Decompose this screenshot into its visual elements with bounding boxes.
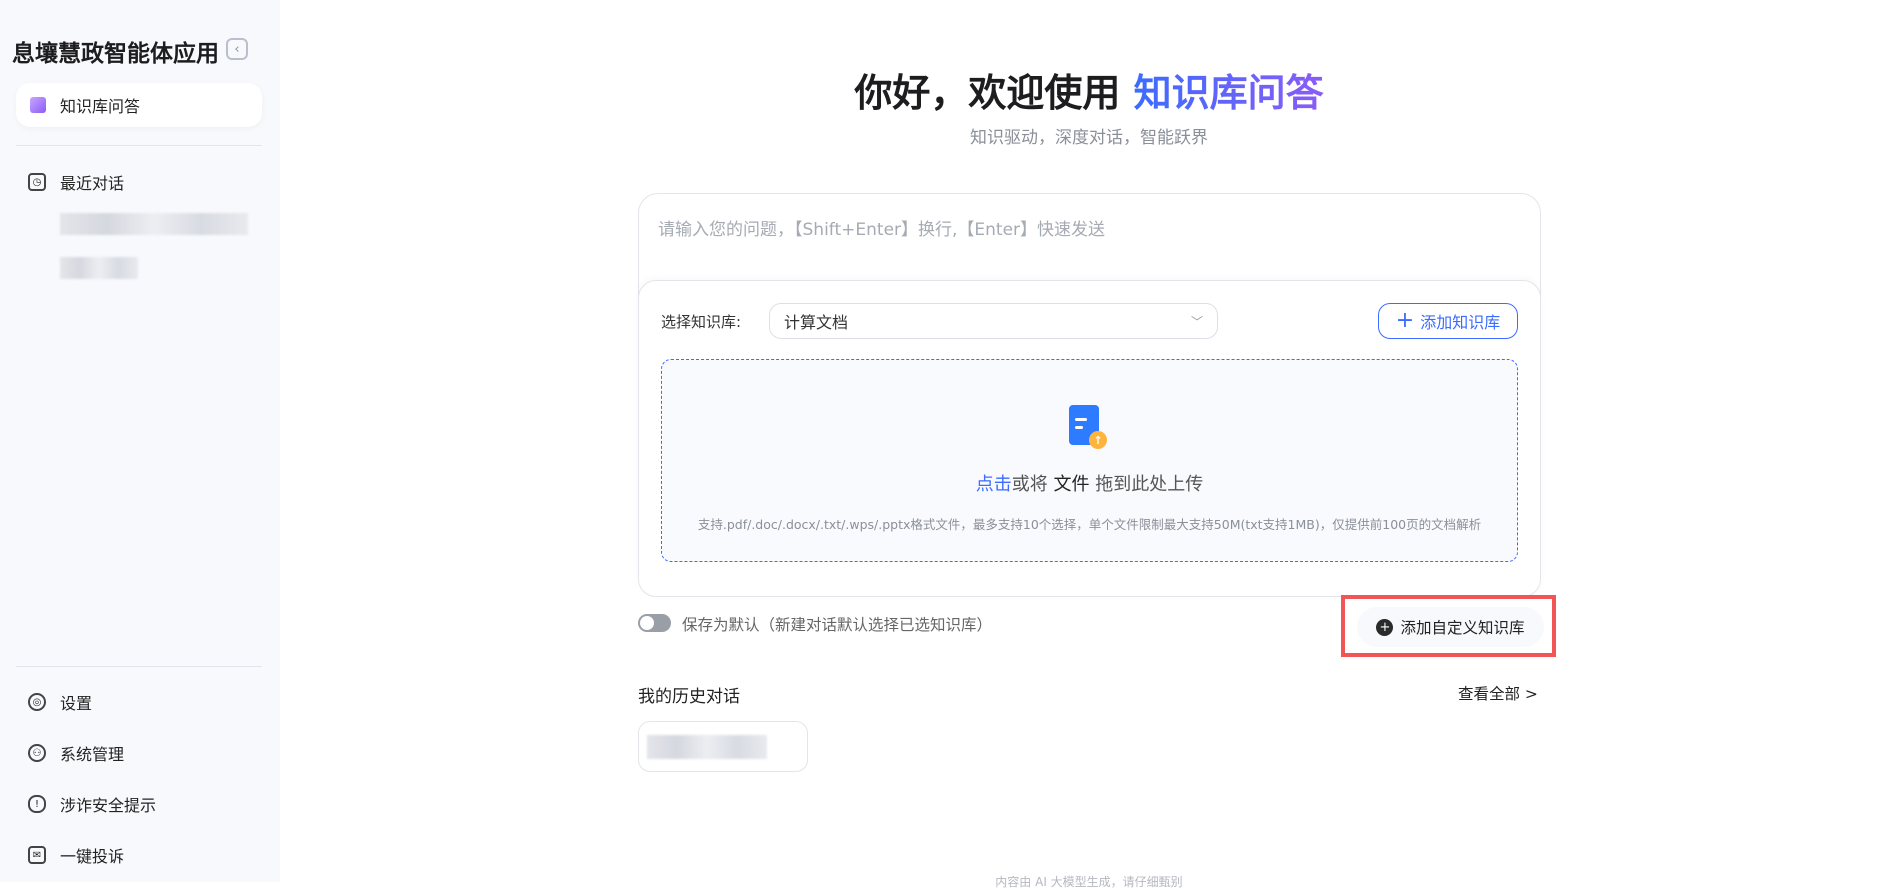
complaint-icon: ✉	[28, 846, 46, 864]
sidebar-item-complaint[interactable]: ✉ 一键投诉	[28, 843, 124, 867]
upload-text: 点击或将 文件 拖到此处上传	[661, 470, 1518, 496]
recent-chat-item[interactable]	[60, 213, 248, 235]
plus-circle-icon: +	[1376, 618, 1394, 636]
view-all-link[interactable]: 查看全部 >	[1458, 682, 1538, 704]
title-highlight: 知识库问答	[1133, 71, 1324, 115]
history-card[interactable]	[638, 721, 808, 772]
kb-select[interactable]: 计算文档 ﹀	[769, 303, 1218, 339]
sidebar-item-label: 设置	[60, 694, 93, 713]
save-default-toggle[interactable]	[638, 614, 671, 632]
title-prefix: 你好，欢迎使用	[854, 71, 1134, 115]
sidebar-item-settings[interactable]: ◎ 设置	[28, 690, 92, 714]
shield-icon: !	[28, 795, 46, 813]
upload-click-link[interactable]: 点击	[976, 474, 1012, 495]
add-kb-button[interactable]: + 添加知识库	[1378, 303, 1518, 339]
history-card-title	[647, 734, 767, 759]
upload-text-or: 或将	[1011, 474, 1054, 495]
sidebar-item-system-admin[interactable]: ⚇ 系统管理	[28, 741, 124, 765]
file-upload-icon: ↑	[1069, 405, 1107, 449]
save-default-label: 保存为默认（新建对话默认选择已选知识库）	[682, 616, 993, 634]
sidebar-recent-header: ◷ 最近对话	[28, 170, 124, 194]
plus-icon: +	[1395, 308, 1415, 333]
sidebar-item-label: 系统管理	[60, 745, 125, 764]
settings-icon: ◎	[28, 693, 46, 711]
page-subtitle: 知识驱动，深度对话，智能跃界	[970, 128, 1208, 148]
page-title: 你好，欢迎使用 知识库问答	[0, 62, 1881, 117]
question-placeholder: 请输入您的问题，【Shift+Enter】换行,【Enter】快速发送	[658, 220, 1106, 240]
chevron-down-icon: ﹀	[1190, 314, 1203, 329]
user-admin-icon: ⚇	[28, 744, 46, 762]
sidebar-item-label: 一键投诉	[60, 847, 125, 866]
add-custom-kb-label: 添加自定义知识库	[1400, 619, 1525, 637]
divider	[16, 666, 262, 667]
add-kb-label: 添加知识库	[1420, 313, 1501, 332]
collapse-sidebar-icon[interactable]: ‹	[226, 38, 248, 60]
upload-hint: 支持.pdf/.doc/.docx/.txt/.wps/.pptx格式文件，最多…	[697, 517, 1482, 532]
upload-text-file: 文件	[1053, 474, 1090, 495]
recent-chat-icon: ◷	[28, 173, 46, 191]
sidebar-item-label: 最近对话	[60, 174, 125, 193]
upload-text-drag: 拖到此处上传	[1089, 474, 1204, 495]
kb-select-label: 选择知识库:	[661, 313, 742, 331]
recent-chat-item[interactable]	[60, 257, 138, 279]
history-title: 我的历史对话	[638, 687, 740, 707]
sidebar-item-fraud-alert[interactable]: ! 涉诈安全提示	[28, 792, 156, 816]
kb-select-value: 计算文档	[784, 313, 849, 332]
sidebar-item-label: 涉诈安全提示	[60, 796, 157, 815]
add-custom-kb-button[interactable]: + 添加自定义知识库	[1357, 607, 1544, 647]
